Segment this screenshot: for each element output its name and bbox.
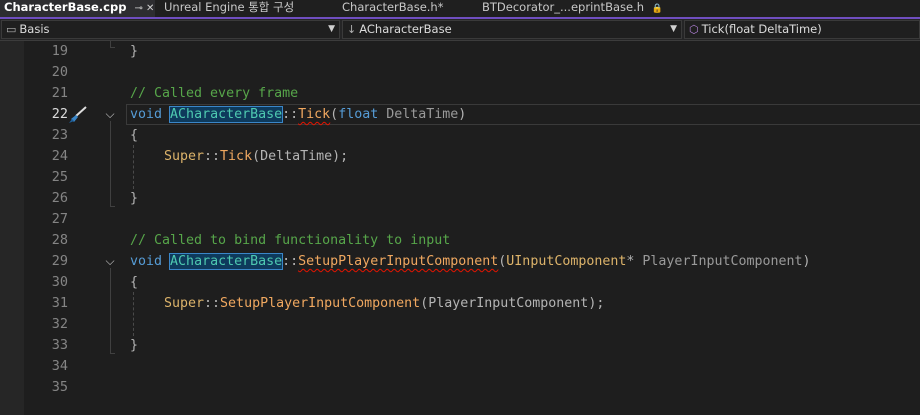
code-line-29: void ACharacterBase::SetupPlayerInputCom… xyxy=(130,253,811,270)
project-value: Basis xyxy=(19,22,50,36)
code-line-22: void ACharacterBase::Tick(float DeltaTim… xyxy=(130,106,467,123)
scope-arrow-icon: ↓ xyxy=(347,23,357,36)
fold-guide xyxy=(110,47,115,48)
tab-characterbase-h[interactable]: CharacterBase.h* xyxy=(338,0,477,17)
type-name: UInputComponent xyxy=(506,254,627,269)
class-name: Super xyxy=(164,149,205,164)
scope-value: ACharacterBase xyxy=(359,22,452,36)
comment: // Called every frame xyxy=(130,86,299,101)
class-name: ACharacterBase xyxy=(169,106,284,123)
line-number: 27 xyxy=(51,211,68,227)
navigation-bar: ▭ Basis ▼ ↓ ACharacterBase ▼ ⬡ Tick(float D… xyxy=(0,19,920,41)
indent-guide xyxy=(133,145,135,189)
code-line-33: } xyxy=(130,338,139,353)
fold-guide xyxy=(110,121,111,207)
code-line-31: Super::SetupPlayerInputComponent(PlayerI… xyxy=(164,296,605,311)
line-number: 30 xyxy=(51,274,68,290)
line-number: 26 xyxy=(51,190,68,206)
scope-dropdown[interactable]: ↓ ACharacterBase ▼ xyxy=(342,20,682,39)
line-number: 31 xyxy=(51,295,68,311)
line-number: 23 xyxy=(51,127,68,143)
tab-label: BTDecorator_...eprintBase.h xyxy=(482,0,645,14)
quick-actions-brush-icon[interactable] xyxy=(67,104,89,125)
tab-unreal-engine-config[interactable]: Unreal Engine 통합 구성 xyxy=(160,0,334,17)
line-number: 28 xyxy=(51,232,68,248)
line-number: 34 xyxy=(51,358,68,374)
member-value: Tick(float DeltaTime) xyxy=(701,22,822,36)
fold-guide xyxy=(110,268,111,354)
pin-close-icons[interactable]: ⊸ ✕ xyxy=(134,3,154,14)
keyword: void xyxy=(130,254,163,269)
code-line-28: // Called to bind functionality to input xyxy=(130,230,450,251)
line-number: 19 xyxy=(51,43,68,59)
fold-guide xyxy=(110,353,115,354)
function-name: Tick xyxy=(220,149,253,164)
project-dropdown[interactable]: ▭ Basis ▼ xyxy=(1,20,340,39)
code-editor[interactable]: 19 20 21 22 23 24 25 26 27 28 29 30 31 3… xyxy=(0,41,920,415)
line-number: 25 xyxy=(51,169,68,185)
method-icon: ⬡ xyxy=(689,23,699,36)
indent-guide xyxy=(133,292,135,336)
line-number: 35 xyxy=(51,379,68,395)
line-number: 24 xyxy=(51,148,68,164)
line-number: 29 xyxy=(51,253,68,269)
editor-margin xyxy=(0,41,24,415)
fold-guide xyxy=(110,206,115,207)
tab-btdecorator-h[interactable]: BTDecorator_...eprintBase.h 🔒 xyxy=(478,0,682,17)
tab-label: Unreal Engine 통합 구성 xyxy=(164,0,295,14)
tab-label: CharacterBase.cpp xyxy=(4,0,127,14)
function-name: Tick xyxy=(298,107,331,122)
code-line-23: { xyxy=(130,128,139,143)
chevron-down-icon: ▼ xyxy=(328,24,335,34)
code-line-24: Super::Tick(DeltaTime); xyxy=(164,149,349,164)
line-number: 32 xyxy=(51,316,68,332)
function-name: SetupPlayerInputComponent xyxy=(220,296,421,311)
tab-label: CharacterBase.h* xyxy=(342,0,444,14)
comment: // Called to bind functionality to input xyxy=(130,233,451,248)
chevron-down-icon: ▼ xyxy=(670,24,677,34)
document-tab-bar: CharacterBase.cpp ⊸ ✕ Unreal Engine 통합 구… xyxy=(0,0,920,19)
class-name: ACharacterBase xyxy=(169,253,284,270)
class-name: Super xyxy=(164,296,205,311)
code-line-26: } xyxy=(130,191,139,206)
member-dropdown[interactable]: ⬡ Tick(float DeltaTime) xyxy=(684,20,920,39)
keyword: void xyxy=(130,107,163,122)
code-line-19: } xyxy=(130,44,139,59)
line-number: 21 xyxy=(51,85,68,101)
line-number: 33 xyxy=(51,337,68,353)
code-line-30: { xyxy=(130,275,139,290)
function-name: SetupPlayerInputComponent xyxy=(298,254,499,269)
line-number: 20 xyxy=(51,64,68,80)
code-line-21: // Called every frame xyxy=(130,83,298,104)
project-icon: ▭ xyxy=(6,23,17,36)
lock-icon: 🔒 xyxy=(651,4,663,14)
